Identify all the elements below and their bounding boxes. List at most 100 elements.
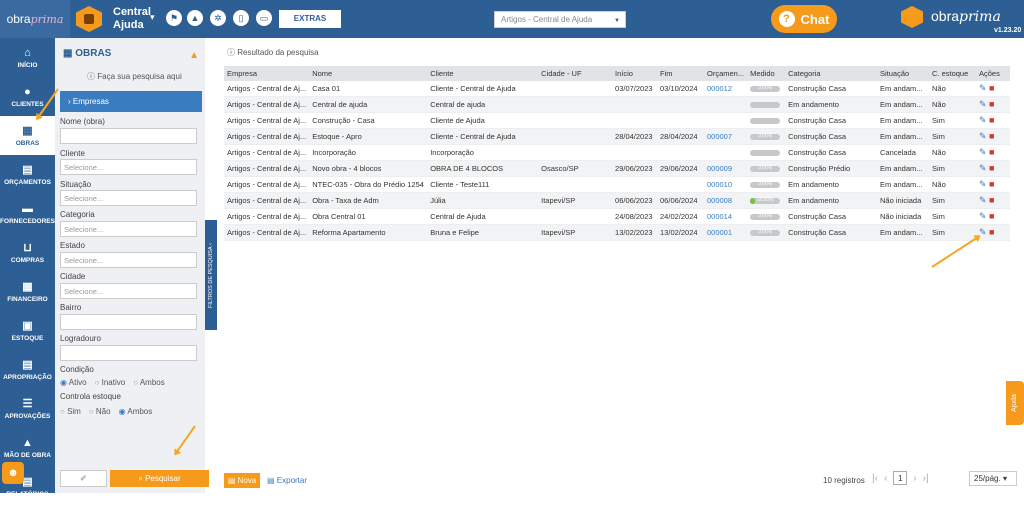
- nav-inicio[interactable]: ⌂ INÍCIO: [0, 38, 55, 77]
- nav-fornecedores[interactable]: ▬ FORNECEDORES: [0, 194, 55, 233]
- table-row[interactable]: Artigos - Central de Aj... Novo obra - 4 …: [224, 160, 1010, 177]
- table-row[interactable]: Artigos - Central de Aj... Construção - C…: [224, 112, 1010, 129]
- per-page-select[interactable]: 25/pág. ▾: [969, 471, 1017, 486]
- next-page-icon[interactable]: ›: [913, 473, 916, 484]
- col-situacao[interactable]: Situação: [877, 66, 929, 81]
- nav-apropriacao[interactable]: ▤ APROPRIAÇÃO: [0, 350, 55, 389]
- table-row[interactable]: Artigos - Central de Aj... Obra - Taxa de…: [224, 192, 1010, 209]
- cliente-select[interactable]: Selecione...: [60, 159, 197, 175]
- col-estoque[interactable]: C. estoque: [928, 66, 976, 81]
- filter-collapse-tab[interactable]: FILTROS DE PESQUISA ‹: [205, 220, 217, 330]
- chat-button[interactable]: ? Chat: [771, 5, 837, 33]
- trash-icon[interactable]: ■: [989, 131, 994, 141]
- col-categoria[interactable]: Categoria: [785, 66, 877, 81]
- col-inicio[interactable]: Início: [612, 66, 658, 81]
- cell-orcamento-link[interactable]: 000010: [704, 176, 748, 193]
- estado-select[interactable]: Selecione...: [60, 252, 197, 268]
- prev-page-icon[interactable]: ‹: [884, 473, 887, 484]
- graduation-cap-icon[interactable]: ▲: [189, 50, 199, 61]
- situacao-select[interactable]: Selecione...: [60, 190, 197, 206]
- page-current[interactable]: 1: [893, 471, 908, 485]
- gear-icon[interactable]: ✲: [210, 10, 226, 26]
- last-page-icon[interactable]: ›|: [923, 473, 929, 484]
- cidade-select[interactable]: Selecione...: [60, 283, 197, 299]
- estoque-sim-radio[interactable]: Sim: [60, 407, 81, 416]
- chatbot-icon[interactable]: ☻: [2, 462, 24, 484]
- logradouro-input[interactable]: [60, 345, 197, 361]
- monitor-icon[interactable]: ▭: [256, 10, 272, 26]
- help-tab[interactable]: Ajuda: [1006, 381, 1024, 425]
- flag-icon[interactable]: ⚑: [166, 10, 182, 26]
- search-button[interactable]: ⌕ Pesquisar: [110, 470, 209, 487]
- first-page-icon[interactable]: |‹: [872, 473, 878, 484]
- trash-icon[interactable]: ■: [989, 163, 994, 173]
- edit-pencil-icon[interactable]: ✎: [979, 83, 987, 93]
- table-row[interactable]: Artigos - Central de Aj... Estoque - Apro…: [224, 128, 1010, 145]
- col-empresa[interactable]: Empresa: [224, 66, 310, 81]
- nav-financeiro[interactable]: ▦ FINANCEIRO: [0, 272, 55, 311]
- edit-pencil-icon[interactable]: ✎: [979, 211, 987, 221]
- edit-pencil-icon[interactable]: ✎: [979, 195, 987, 205]
- cell-orcamento-link[interactable]: 000009: [704, 160, 748, 177]
- mobile-icon[interactable]: ▯: [233, 10, 249, 26]
- col-medido[interactable]: Medido: [747, 66, 786, 81]
- edit-pencil-icon[interactable]: ✎: [979, 115, 987, 125]
- edit-pencil-icon[interactable]: ✎: [979, 131, 987, 141]
- table-row[interactable]: Artigos - Central de Aj... Casa 01 Cliente…: [224, 81, 1010, 97]
- empresas-accordion[interactable]: › Empresas: [60, 91, 202, 112]
- nav-clientes[interactable]: ● CLIENTES: [0, 77, 55, 116]
- trash-icon[interactable]: ■: [989, 227, 994, 237]
- edit-pencil-icon[interactable]: ✎: [979, 163, 987, 173]
- col-orcamento[interactable]: Orçamen...: [704, 66, 748, 81]
- cell-orcamento-link[interactable]: 000012: [704, 81, 748, 97]
- categoria-select[interactable]: Selecione...: [60, 221, 197, 237]
- nav-obras[interactable]: ▦ OBRAS: [0, 116, 55, 155]
- trash-icon[interactable]: ■: [989, 211, 994, 221]
- company-select[interactable]: Artigos - Central de Ajuda ▼: [494, 11, 626, 28]
- table-row[interactable]: Artigos - Central de Aj... Central de aju…: [224, 96, 1010, 113]
- cell-orcamento-link[interactable]: [704, 144, 748, 161]
- col-cidade[interactable]: Cidade - UF: [538, 66, 613, 81]
- table-row[interactable]: Artigos - Central de Aj... Obra Central 0…: [224, 208, 1010, 225]
- col-cliente[interactable]: Cliente: [427, 66, 539, 81]
- edit-pencil-icon[interactable]: ✎: [979, 147, 987, 157]
- clear-filters-button[interactable]: ✐: [60, 470, 107, 487]
- trash-icon[interactable]: ■: [989, 115, 994, 125]
- condicao-ambos-radio[interactable]: Ambos: [133, 378, 165, 387]
- estoque-nao-radio[interactable]: Não: [89, 407, 111, 416]
- col-fim[interactable]: Fim: [657, 66, 704, 81]
- edit-pencil-icon[interactable]: ✎: [979, 99, 987, 109]
- cell-orcamento-link[interactable]: 000007: [704, 128, 748, 145]
- trash-icon[interactable]: ■: [989, 147, 994, 157]
- bairro-input[interactable]: [60, 314, 197, 330]
- table-row[interactable]: Artigos - Central de Aj... NTEC-035 - Obr…: [224, 176, 1010, 193]
- condicao-inativo-radio[interactable]: Inativo: [95, 378, 126, 387]
- company-name[interactable]: Central Ajuda: [113, 6, 151, 32]
- condicao-ativo-radio[interactable]: Ativo: [60, 378, 87, 387]
- nav-estoque[interactable]: ▣ ESTOQUE: [0, 311, 55, 350]
- table-row[interactable]: Artigos - Central de Aj... Incorporação In…: [224, 144, 1010, 161]
- table-row[interactable]: Artigos - Central de Aj... Reforma Aparta…: [224, 224, 1010, 241]
- trash-icon[interactable]: ■: [989, 99, 994, 109]
- col-nome[interactable]: Nome: [309, 66, 428, 81]
- nav-aprovacoes[interactable]: ☰ APROVAÇÕES: [0, 389, 55, 428]
- cell-orcamento-link[interactable]: [704, 112, 748, 129]
- nav-orcamentos[interactable]: ▤ ORÇAMENTOS: [0, 155, 55, 194]
- cell-orcamento-link[interactable]: [704, 96, 748, 113]
- edit-pencil-icon[interactable]: ✎: [979, 179, 987, 189]
- trash-icon[interactable]: ■: [989, 195, 994, 205]
- trash-icon[interactable]: ■: [989, 83, 994, 93]
- export-button[interactable]: ▤ Exportar: [267, 476, 307, 485]
- trash-icon[interactable]: ■: [989, 179, 994, 189]
- cell-orcamento-link[interactable]: 000001: [704, 224, 748, 241]
- new-obra-button[interactable]: ▤ Nova: [224, 473, 260, 488]
- cell-orcamento-link[interactable]: 000008: [704, 192, 748, 209]
- nome-input[interactable]: [60, 128, 197, 144]
- app-logo[interactable]: obra prima: [0, 0, 70, 38]
- chevron-down-icon[interactable]: ▾: [150, 12, 155, 23]
- extras-button[interactable]: EXTRAS: [279, 10, 341, 28]
- nav-compras[interactable]: ⊔ COMPRAS: [0, 233, 55, 272]
- estoque-ambos-radio[interactable]: Ambos: [119, 407, 152, 416]
- cell-orcamento-link[interactable]: 000014: [704, 208, 748, 225]
- graduation-cap-icon[interactable]: ▲: [187, 10, 203, 26]
